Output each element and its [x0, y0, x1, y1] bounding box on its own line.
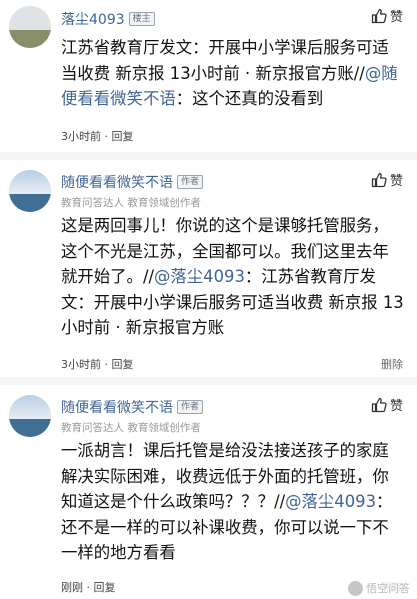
reply-button[interactable]: 回复 [112, 358, 134, 371]
author-name[interactable]: 随便看看微笑不语 [61, 172, 173, 192]
author-subtitle: 教育问答达人 教育领域创作者 [61, 197, 201, 209]
comment-meta: 3小时前 · 回复 [61, 356, 134, 372]
divider [0, 377, 417, 385]
thumbs-up-icon [371, 397, 387, 412]
comment-meta: 刚刚 · 回复 [61, 579, 116, 595]
author-name[interactable]: 随便看看微笑不语 [61, 397, 173, 417]
avatar[interactable] [9, 170, 51, 212]
like-label: 赞 [389, 174, 403, 189]
meta-separator: · [101, 358, 112, 371]
like-label: 赞 [389, 399, 403, 414]
mention-link[interactable]: @落尘4093 [154, 267, 245, 286]
timestamp: 刚刚 [61, 581, 83, 594]
wukong-logo-icon [348, 580, 363, 596]
watermark-text: 悟空问答 [366, 582, 410, 595]
timestamp: 3小时前 [61, 358, 101, 371]
delete-button[interactable]: 删除 [381, 356, 403, 372]
reply-button[interactable]: 回复 [94, 581, 116, 594]
like-button[interactable]: 赞 [371, 6, 403, 25]
meta-separator: · [83, 581, 94, 594]
avatar[interactable] [9, 395, 51, 437]
text-segment: ：这个还真的没看到 [175, 89, 324, 108]
timestamp: 3小时前 [61, 130, 101, 143]
author-name[interactable]: 落尘4093 [61, 9, 125, 29]
mention-link[interactable]: @落尘4093 [285, 492, 376, 511]
comment-item: 随便看看微笑不语 作者 教育问答达人 教育领域创作者 赞 一派胡言！课后托管是给… [0, 385, 417, 599]
comment-meta: 3小时前 · 回复 [61, 128, 134, 144]
divider [0, 152, 417, 160]
like-button[interactable]: 赞 [371, 170, 403, 189]
thumbs-up-icon [371, 8, 387, 23]
reply-button[interactable]: 回复 [112, 130, 134, 143]
text-segment: 江苏省教育厅发文：开展中小学课后服务可适当收费 新京报 13小时前 · 新京报官… [61, 38, 389, 83]
comment-text: 这是两回事儿！你说的这个是课够托管服务，这个不光是江苏，全国都可以。我们这里去年… [61, 213, 405, 341]
meta-separator: · [101, 130, 112, 143]
op-badge: 楼主 [128, 12, 155, 26]
like-button[interactable]: 赞 [371, 395, 403, 414]
like-label: 赞 [389, 10, 403, 25]
comment-text: 一派胡言！课后托管是给没法接送孩子的家庭解决实际困难，收费远低于外面的托管班，你… [61, 438, 405, 566]
watermark: 悟空问答 [345, 579, 413, 597]
comment-item: 随便看看微笑不语 作者 教育问答达人 教育领域创作者 赞 这是两回事儿！你说的这… [0, 160, 417, 377]
author-badge: 作者 [177, 400, 204, 414]
comment-item: 落尘4093 楼主 赞 江苏省教育厅发文：开展中小学课后服务可适当收费 新京报 … [0, 0, 417, 152]
thumbs-up-icon [371, 172, 387, 187]
comment-text: 江苏省教育厅发文：开展中小学课后服务可适当收费 新京报 13小时前 · 新京报官… [61, 35, 405, 112]
author-subtitle: 教育问答达人 教育领域创作者 [61, 422, 201, 434]
author-badge: 作者 [177, 175, 204, 189]
avatar[interactable] [9, 6, 51, 48]
